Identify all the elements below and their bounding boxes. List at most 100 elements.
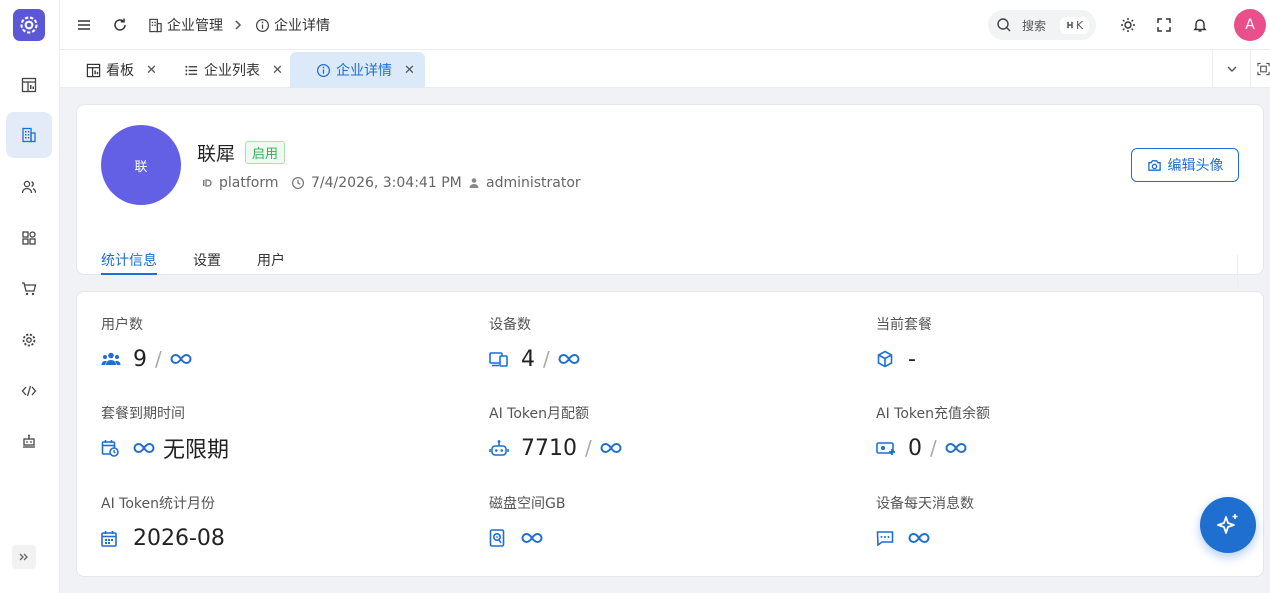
stat-label: 设备数 <box>489 317 531 333</box>
stat-value: 9 <box>133 346 147 372</box>
users-icon <box>101 351 121 367</box>
edit-avatar-button[interactable]: 编辑头像 <box>1131 148 1239 182</box>
tab-bar: 看板 ✕ 企业列表 ✕ 企业详情 ✕ <box>60 50 1270 88</box>
sidebar-item-settings[interactable] <box>6 317 52 363</box>
stat-label: AI Token统计月份 <box>101 496 215 512</box>
user-avatar[interactable]: A <box>1234 9 1266 41</box>
menu-toggle-button[interactable] <box>74 15 94 35</box>
infinity-icon <box>170 353 192 365</box>
dashboard-icon <box>21 77 37 93</box>
stat-ai-token-month: AI Token统计月份 2026-08 <box>101 493 225 553</box>
close-icon[interactable]: ✕ <box>272 63 283 78</box>
tab-label: 企业详情 <box>336 63 392 79</box>
id-icon <box>201 177 213 189</box>
subtab-settings[interactable]: 设置 <box>193 250 221 270</box>
infinity-icon <box>908 532 930 544</box>
close-icon[interactable]: ✕ <box>404 63 415 78</box>
camera-icon <box>1147 159 1161 171</box>
tab-dropdown-button[interactable] <box>1212 50 1250 88</box>
sidebar-item-robot[interactable] <box>6 418 52 464</box>
stat-value: 无限期 <box>163 438 230 463</box>
chevron-right-icon <box>235 20 242 30</box>
users-icon <box>21 180 37 194</box>
stat-package-expiry: 套餐到期时间 无限期 <box>101 403 229 463</box>
building-icon <box>22 127 36 143</box>
infinity-icon <box>521 532 543 544</box>
tab-dashboard[interactable]: 看板 ✕ <box>60 52 167 88</box>
stat-value: 7710 <box>521 435 577 461</box>
infinity-icon <box>133 442 155 454</box>
stat-label: AI Token充值余额 <box>876 406 990 422</box>
breadcrumb-label: 企业管理 <box>167 18 223 34</box>
stat-disk-space: 磁盘空间GB <box>489 493 565 553</box>
stat-value: 4 <box>521 346 535 372</box>
sidebar-expand-button[interactable] <box>12 545 36 569</box>
message-icon <box>876 530 896 546</box>
enterprise-creator: administrator <box>468 174 581 192</box>
statistics-card: 用户数 9 / 设备数 4 / 当前套餐 - 套餐到期时间 无限期 AI Tok… <box>76 291 1264 577</box>
stat-value: 2026-08 <box>133 525 225 551</box>
sun-icon <box>1121 18 1135 32</box>
recharge-icon <box>876 440 896 456</box>
code-icon <box>21 385 37 397</box>
refresh-icon <box>114 18 126 31</box>
stat-label: 套餐到期时间 <box>101 406 185 422</box>
app-logo[interactable] <box>13 9 45 41</box>
infinity-icon <box>945 442 967 454</box>
info-icon <box>255 18 270 33</box>
theme-toggle-button[interactable] <box>1118 15 1138 35</box>
tab-label: 企业列表 <box>204 63 260 79</box>
enterprise-name: 联犀 <box>197 143 236 165</box>
devices-icon <box>489 351 509 367</box>
top-header: 企业管理 企业详情 搜索 K A <box>60 0 1270 50</box>
sidebar-item-devices[interactable] <box>6 215 52 261</box>
stat-ai-token-quota: AI Token月配额 7710 / <box>489 403 622 463</box>
enterprise-header-card: 联 联犀 启用 platform 7/4/2026, 3:04:41 PM ad… <box>76 104 1264 289</box>
hamburger-icon <box>78 20 90 30</box>
package-icon <box>876 350 896 368</box>
notification-button[interactable] <box>1190 15 1210 35</box>
command-icon <box>1066 21 1074 29</box>
search-box[interactable]: 搜索 K <box>988 10 1096 40</box>
stat-label: 用户数 <box>101 317 143 333</box>
maximize-icon <box>1257 62 1270 76</box>
sidebar-item-users[interactable] <box>6 164 52 210</box>
sidebar-item-shop[interactable] <box>6 266 52 312</box>
sidebar <box>0 0 60 593</box>
subtab-statistics[interactable]: 统计信息 <box>101 250 157 270</box>
tab-enterprise-detail[interactable]: 企业详情 ✕ <box>290 52 425 88</box>
stat-daily-messages: 设备每天消息数 <box>876 493 974 553</box>
info-icon <box>316 63 331 78</box>
refresh-button[interactable] <box>110 15 130 35</box>
status-badge: 启用 <box>245 141 286 164</box>
subtab-users[interactable]: 用户 <box>257 250 285 270</box>
enterprise-created-time: 7/4/2026, 3:04:41 PM <box>291 174 462 192</box>
tab-label: 看板 <box>106 63 134 79</box>
search-shortcut: K <box>1060 16 1090 34</box>
stat-devices: 设备数 4 / <box>489 314 580 374</box>
divider <box>1237 255 1238 289</box>
tab-enterprise-list[interactable]: 企业列表 ✕ <box>158 52 293 88</box>
dashboard-icon <box>86 63 101 78</box>
sidebar-item-dashboard[interactable] <box>6 62 52 108</box>
enterprise-avatar: 联 <box>101 125 181 205</box>
stat-label: 当前套餐 <box>876 317 932 333</box>
ai-assistant-button[interactable] <box>1200 497 1256 553</box>
fullscreen-button[interactable] <box>1154 15 1174 35</box>
list-icon <box>184 63 199 78</box>
building-icon <box>148 18 163 33</box>
double-chevron-right-icon <box>19 553 28 561</box>
stat-ai-token-recharge: AI Token充值余额 0 / <box>876 403 990 463</box>
tab-maximize-button[interactable] <box>1250 50 1270 88</box>
breadcrumb-enterprise-management[interactable]: 企业管理 <box>148 15 223 35</box>
robot-icon <box>489 439 509 457</box>
fullscreen-icon <box>1157 18 1171 32</box>
sidebar-item-developer[interactable] <box>6 368 52 414</box>
robot-icon <box>23 434 35 448</box>
close-icon[interactable]: ✕ <box>146 63 157 78</box>
disk-icon <box>489 529 509 547</box>
stat-current-package: 当前套餐 - <box>876 314 932 374</box>
user-icon <box>468 177 480 189</box>
stat-users: 用户数 9 / <box>101 314 192 374</box>
sidebar-item-enterprise[interactable] <box>6 112 52 158</box>
